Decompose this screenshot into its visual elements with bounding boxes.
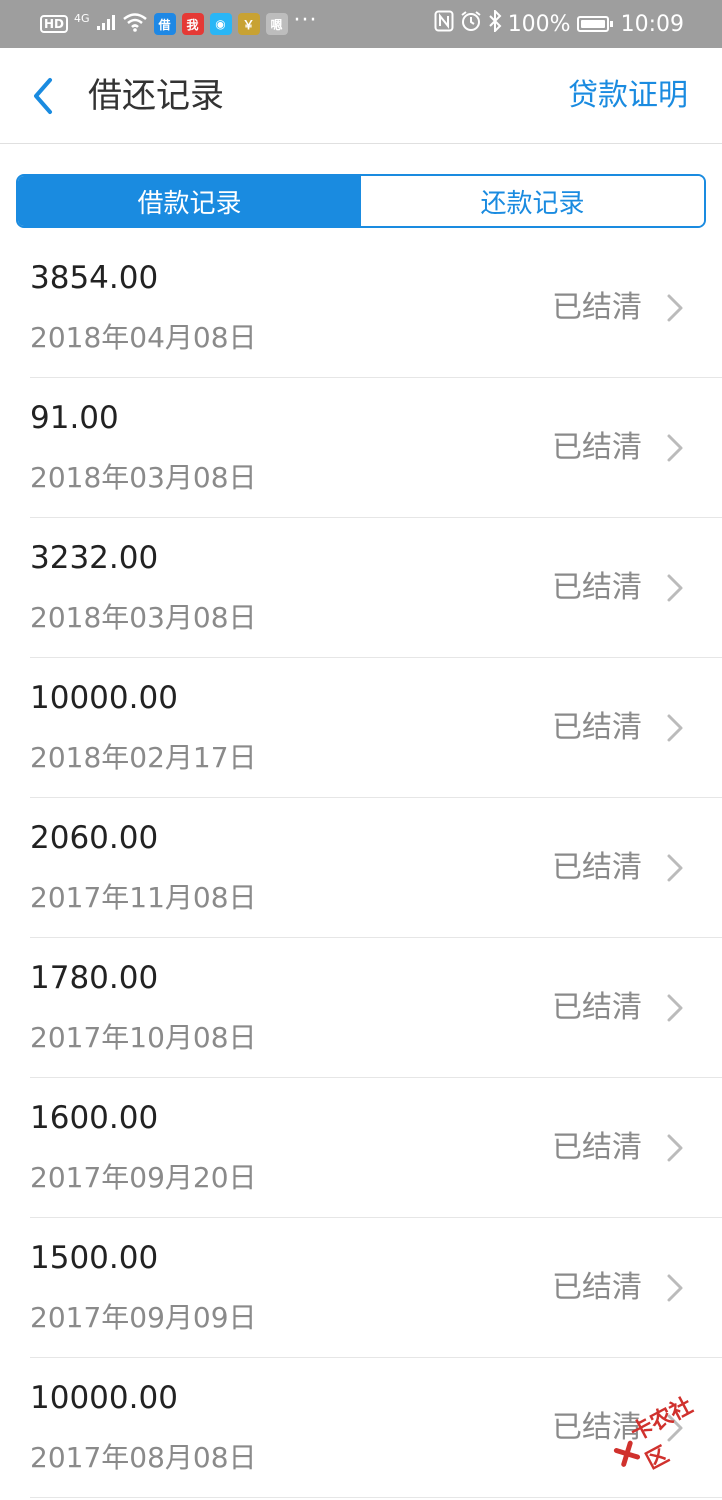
record-row[interactable]: 10000.00 2017年08月08日 已结清 [0,1358,722,1498]
clock: 10:09 [620,11,684,37]
tab-borrow-records[interactable]: 借款记录 [18,176,361,226]
status-bar-left: HD 4G 借我 ◉ ￥ 嗯 ··· [40,7,318,38]
more-notifications-icon: ··· [293,7,318,33]
record-row[interactable]: 10000.00 2018年02月17日 已结清 [0,658,722,798]
alarm-icon [460,10,482,38]
record-amount: 2060.00 [30,820,159,856]
record-row[interactable]: 1600.00 2017年09月20日 已结清 [0,1078,722,1218]
chevron-right-icon [667,1274,683,1302]
record-row[interactable]: 91.00 2018年03月08日 已结清 [0,378,722,518]
record-amount: 10000.00 [30,1380,178,1416]
message-app-icon: 嗯 [265,13,288,35]
record-date: 2018年03月08日 [30,461,257,494]
status-bar: HD 4G 借我 ◉ ￥ 嗯 ··· 100% 10:09 [0,0,722,48]
record-type-tabs: 借款记录 还款记录 [16,174,706,228]
jie-app-icon: 借 [153,13,176,35]
blue-app-icon: ◉ [209,13,232,35]
bag-app-icon: ￥ [237,13,260,35]
chevron-right-icon [667,1414,683,1442]
record-date: 2018年03月08日 [30,601,257,634]
record-date: 2017年09月20日 [30,1161,257,1194]
record-row[interactable]: 1500.00 2017年09月09日 已结清 [0,1218,722,1358]
record-status: 已结清 [552,710,642,745]
back-button[interactable] [28,76,60,116]
nav-header: 借还记录 贷款证明 [0,48,722,144]
chevron-left-icon [34,78,52,114]
wifi-icon [122,12,148,36]
tab-repay-records[interactable]: 还款记录 [361,176,704,226]
page-title: 借还记录 [88,76,224,116]
hd-badge: HD [40,15,69,33]
record-amount: 10000.00 [30,680,178,716]
record-date: 2018年02月17日 [30,741,257,774]
record-date: 2017年08月08日 [30,1441,257,1474]
signal-icon [96,13,116,35]
nfc-icon [434,10,454,38]
network-type: 4G [74,11,90,25]
record-row[interactable]: 3232.00 2018年03月08日 已结清 [0,518,722,658]
record-amount: 91.00 [30,400,119,436]
bluetooth-icon [488,8,502,38]
notification-icons: 借我 ◉ ￥ 嗯 [153,13,288,35]
chevron-right-icon [667,574,683,602]
record-amount: 3854.00 [30,260,159,296]
status-bar-right: 100% 10:09 [434,8,684,38]
loan-certificate-link[interactable]: 贷款证明 [568,72,688,120]
record-amount: 1780.00 [30,960,159,996]
record-list: 3854.00 2018年04月08日 已结清 91.00 2018年03月08日 已结清… [0,238,722,1498]
battery-icon [576,16,613,32]
record-date: 2017年11月08日 [30,881,257,914]
record-status: 已结清 [552,1130,642,1165]
record-amount: 3232.00 [30,540,159,576]
record-status: 已结清 [552,290,642,325]
red-app-icon: 我 [181,13,204,35]
chevron-right-icon [667,714,683,742]
chevron-right-icon [667,434,683,462]
record-status: 已结清 [552,430,642,465]
record-row[interactable]: 1780.00 2017年10月08日 已结清 [0,938,722,1078]
record-status: 已结清 [552,850,642,885]
record-row[interactable]: 2060.00 2017年11月08日 已结清 [0,798,722,938]
battery-percent: 100% [507,11,571,37]
chevron-right-icon [667,994,683,1022]
record-amount: 1500.00 [30,1240,159,1276]
record-status: 已结清 [552,1270,642,1305]
record-date: 2017年09月09日 [30,1301,257,1334]
record-date: 2018年04月08日 [30,321,257,354]
record-row[interactable]: 3854.00 2018年04月08日 已结清 [0,238,722,378]
record-status: 已结清 [552,570,642,605]
record-date: 2017年10月08日 [30,1021,257,1054]
chevron-right-icon [667,854,683,882]
chevron-right-icon [667,1134,683,1162]
record-amount: 1600.00 [30,1100,159,1136]
record-status: 已结清 [552,1410,642,1445]
chevron-right-icon [667,294,683,322]
record-status: 已结清 [552,990,642,1025]
